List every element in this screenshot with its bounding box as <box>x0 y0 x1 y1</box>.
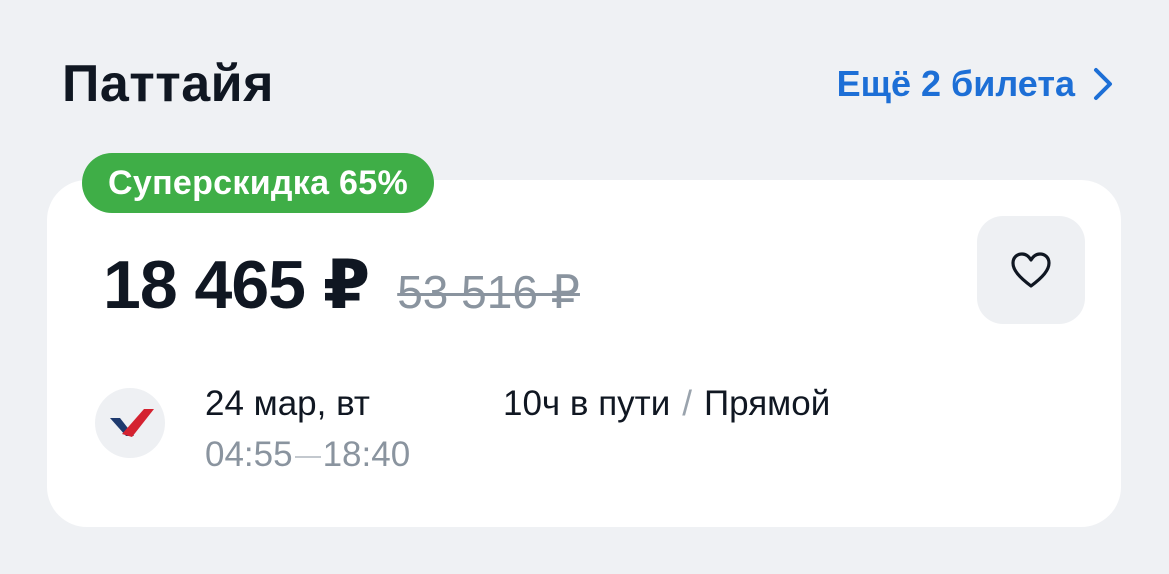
flight-times: 04:55 18:40 <box>205 435 410 475</box>
heart-outline-icon <box>1011 252 1051 288</box>
info-separator: / <box>682 384 692 423</box>
more-tickets-label: Ещё 2 билета <box>836 63 1075 104</box>
ticket-section: Паттайя Ещё 2 билета Суперскидка 65% 18 … <box>0 0 1169 574</box>
flight-type: Прямой <box>703 384 831 423</box>
flight-date: 24 мар, вт <box>205 384 370 423</box>
price-row: 18 465 ₽ 53 516 ₽ <box>103 246 580 326</box>
airline-logo-icon <box>110 409 154 437</box>
section-header: Паттайя Ещё 2 билета <box>62 52 1113 116</box>
flight-info: 10ч в пути / Прямой <box>503 384 830 424</box>
city-title: Паттайя <box>62 55 274 113</box>
current-price: 18 465 ₽ <box>103 247 370 323</box>
favorite-button[interactable] <box>977 216 1085 324</box>
chevron-right-icon <box>1094 68 1112 100</box>
time-separator <box>294 456 321 458</box>
flight-duration: 10ч в пути <box>503 384 671 423</box>
airline-logo <box>95 388 165 458</box>
old-price: 53 516 ₽ <box>397 266 580 318</box>
arrival-time: 18:40 <box>322 435 411 474</box>
more-tickets-link[interactable]: Ещё 2 билета <box>837 63 1113 105</box>
discount-badge: Суперскидка 65% <box>82 153 435 213</box>
departure-time: 04:55 <box>205 435 293 474</box>
